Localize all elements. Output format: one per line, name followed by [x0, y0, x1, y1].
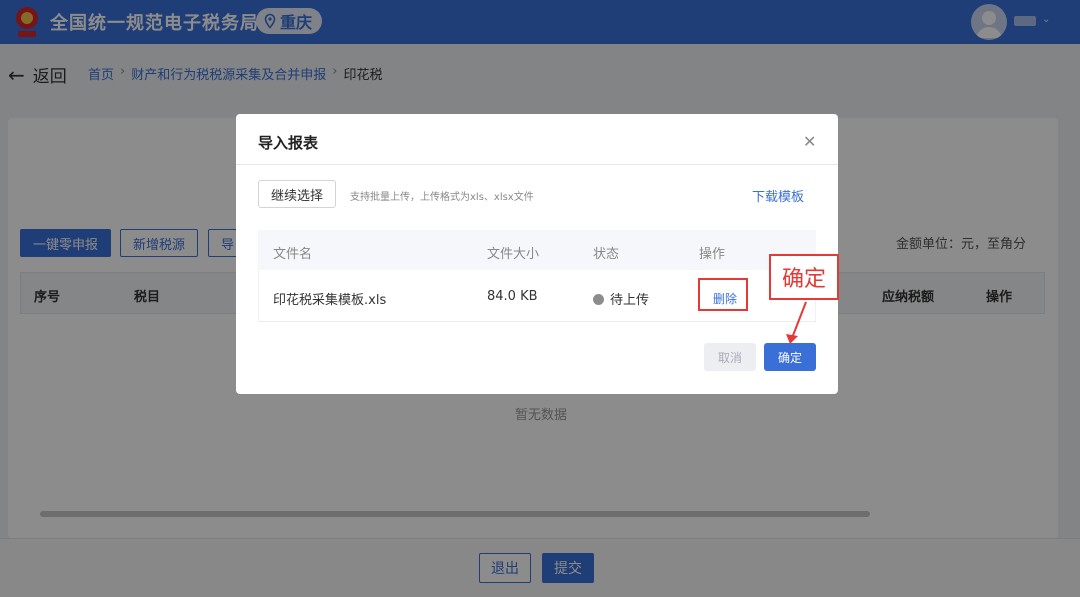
dialog-divider: [236, 164, 838, 165]
file-name: 印花税采集模板.xls: [273, 293, 387, 308]
dialog-title: 导入报表: [258, 134, 319, 152]
file-column-name: 文件名: [273, 247, 313, 262]
file-status-label: 待上传: [610, 293, 650, 308]
file-column-size: 文件大小: [487, 247, 540, 262]
delete-link[interactable]: 删除: [713, 290, 737, 307]
upload-hint: 支持批量上传，上传格式为xls、xlsx文件: [350, 192, 534, 203]
annotation-arrow-icon: [786, 301, 807, 344]
continue-select-button[interactable]: 继续选择: [258, 180, 336, 208]
download-template-link[interactable]: 下载模板: [752, 186, 804, 205]
import-report-dialog: 导入报表 ✕ 继续选择 支持批量上传，上传格式为xls、xlsx文件 下载模板 …: [236, 114, 838, 394]
file-column-action: 操作: [699, 247, 726, 262]
file-status: 待上传: [593, 289, 649, 308]
file-size: 84.0 KB: [487, 289, 538, 304]
clock-icon: [593, 294, 604, 305]
annotation-callout: 确定: [769, 254, 839, 300]
cancel-button[interactable]: 取消: [704, 343, 756, 371]
file-column-status: 状态: [593, 247, 620, 262]
close-icon[interactable]: ✕: [803, 132, 816, 151]
